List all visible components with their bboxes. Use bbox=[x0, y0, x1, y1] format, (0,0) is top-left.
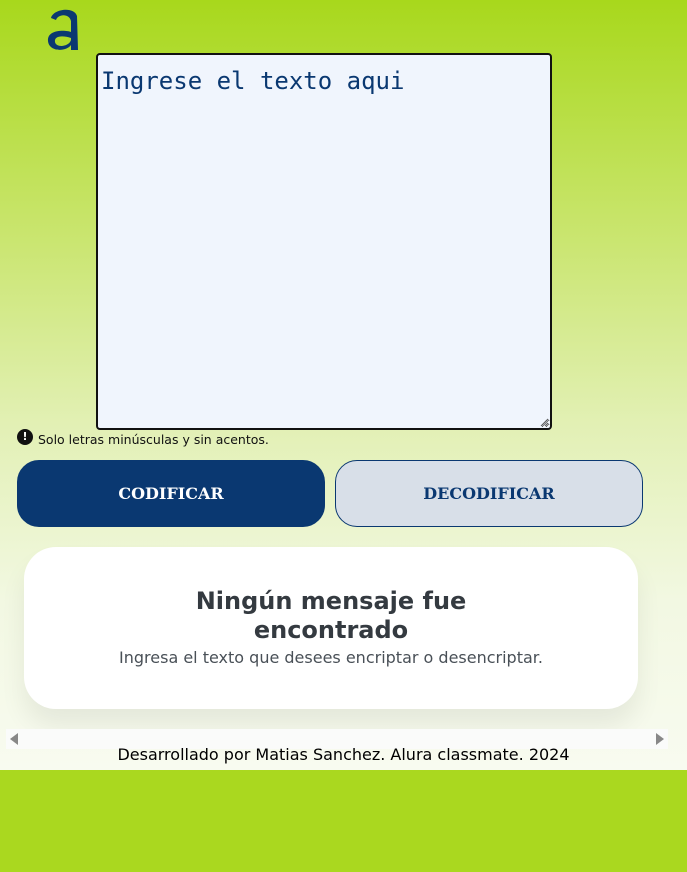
alura-a-logo-icon bbox=[47, 9, 78, 50]
exclamation-circle-icon: ! bbox=[17, 428, 33, 445]
result-title-line-1: Ningún mensaje fue bbox=[195, 587, 467, 615]
decode-button[interactable]: DECODIFICAR bbox=[335, 460, 643, 527]
text-input[interactable] bbox=[96, 53, 552, 430]
encode-button[interactable]: CODIFICAR bbox=[17, 460, 325, 527]
result-card: Ningún mensaje fue encontrado Ingresa el… bbox=[24, 547, 638, 709]
scroll-left-arrow-icon[interactable] bbox=[10, 733, 18, 745]
hint-text: Solo letras minúsculas y sin acentos. bbox=[38, 432, 269, 447]
footer-text: Desarrollado por Matias Sanchez. Alura c… bbox=[117, 745, 570, 764]
result-subtitle: Ingresa el texto que desees encriptar o … bbox=[119, 648, 543, 667]
result-title: Ningún mensaje fue encontrado bbox=[24, 587, 638, 645]
scroll-right-arrow-icon[interactable] bbox=[656, 733, 664, 745]
input-hint: ! Solo letras minúsculas y sin acentos. bbox=[17, 428, 269, 447]
bottom-band bbox=[0, 770, 687, 872]
result-title-line-2: encontrado bbox=[253, 616, 409, 644]
resize-handle-icon[interactable] bbox=[539, 417, 549, 427]
